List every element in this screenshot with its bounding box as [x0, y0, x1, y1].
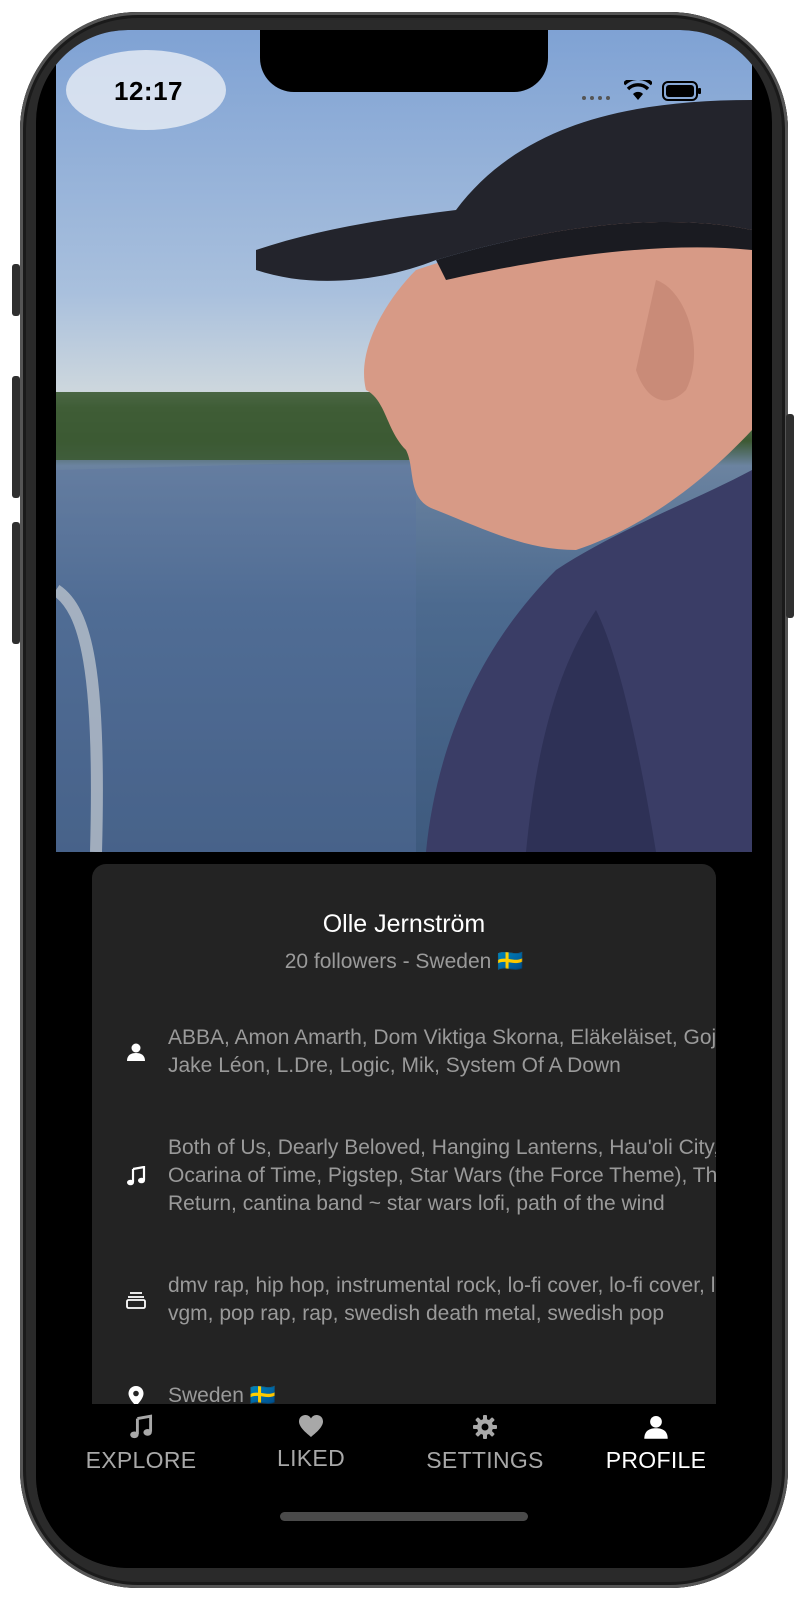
gear-icon: [472, 1414, 498, 1445]
top-tracks-row: Both of Us, Dearly Beloved, Hanging Lant…: [122, 1134, 716, 1218]
camera-notch: [260, 30, 548, 92]
album-stack-icon: [122, 1286, 150, 1314]
status-icons: [580, 76, 702, 107]
tab-liked-label: LIKED: [277, 1445, 345, 1471]
heart-icon: [298, 1414, 324, 1443]
location-row: Sweden 🇸🇪: [122, 1382, 716, 1404]
music-note-icon: [129, 1414, 153, 1445]
volume-up-button: [12, 376, 20, 498]
top-artists-row: ABBA, Amon Amarth, Dom Viktiga Skorna, E…: [122, 1024, 716, 1080]
tab-profile-label: PROFILE: [605, 1447, 707, 1473]
home-indicator[interactable]: [280, 1512, 528, 1521]
mute-switch: [12, 264, 20, 316]
tab-settings-label: SETTINGS: [426, 1447, 544, 1473]
location-text: Sweden 🇸🇪: [168, 1384, 276, 1404]
volume-down-button: [12, 522, 20, 644]
top-artists-text: ABBA, Amon Amarth, Dom Viktiga Skorna, E…: [168, 1026, 716, 1077]
tab-profile[interactable]: PROFILE: [596, 1414, 716, 1474]
profile-card: Olle Jernström 20 followers - Sweden 🇸🇪 …: [92, 864, 716, 1404]
wifi-icon: [622, 76, 654, 107]
power-button: [786, 414, 794, 618]
person-icon: [643, 1414, 669, 1445]
battery-icon: [662, 81, 702, 106]
tab-liked[interactable]: LIKED: [266, 1414, 356, 1472]
top-genres-text: dmv rap, hip hop, instrumental rock, lo-…: [168, 1274, 716, 1325]
status-time: 12:17: [114, 76, 183, 106]
profile-name: Olle Jernström: [322, 910, 486, 938]
screen: 12:17 Olle Jernström 20 followers - Swed…: [36, 30, 772, 1568]
tab-explore[interactable]: EXPLORE: [86, 1414, 196, 1474]
profile-subtitle: 20 followers - Sweden 🇸🇪: [284, 950, 524, 973]
location-pin-icon: [122, 1382, 150, 1404]
person-icon: [122, 1038, 150, 1066]
tab-settings[interactable]: SETTINGS: [420, 1414, 550, 1474]
top-tracks-text: Both of Us, Dearly Beloved, Hanging Lant…: [168, 1136, 716, 1215]
tab-bar: EXPLORE LIKED SETTINGS PROFILE: [36, 1404, 772, 1568]
music-note-icon: [122, 1162, 150, 1190]
tab-explore-label: EXPLORE: [85, 1447, 197, 1473]
cellular-icon: [580, 81, 614, 106]
profile-photo: [56, 30, 752, 852]
top-genres-row: dmv rap, hip hop, instrumental rock, lo-…: [122, 1272, 716, 1328]
